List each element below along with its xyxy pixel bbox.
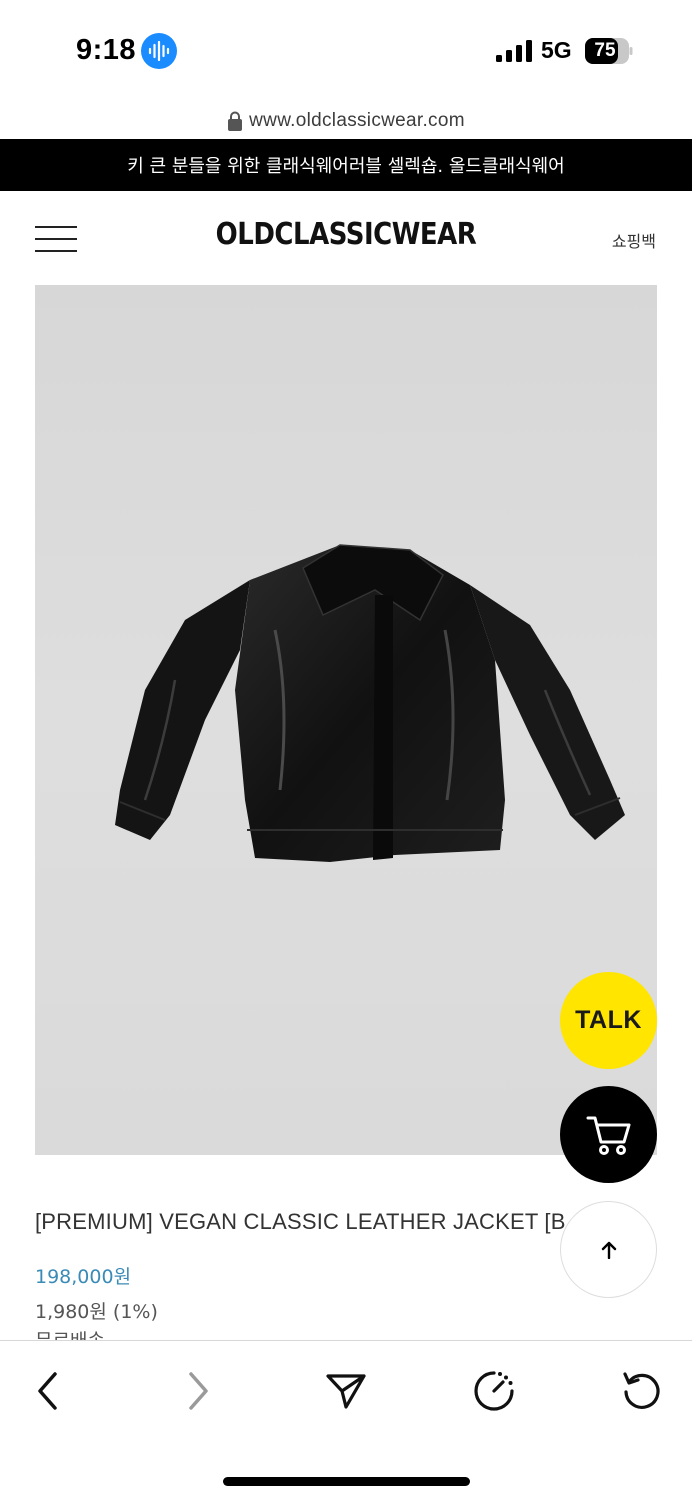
arrow-up-icon [601, 1241, 616, 1259]
battery-icon: 75 [585, 38, 633, 64]
back-button[interactable] [20, 1363, 76, 1419]
address-bar[interactable]: www.oldclassicwear.com [0, 104, 692, 138]
site-header: OLDCLASSICWEAR 쇼핑백 [0, 192, 692, 284]
status-bar: 9:18 5G 75 [0, 0, 692, 100]
product-points: 1,980원 (1%) [35, 1301, 158, 1323]
battery-level: 75 [594, 40, 616, 61]
network-label: 5G [541, 37, 572, 63]
chevron-right-icon [189, 1372, 208, 1410]
jacket-photo [115, 544, 625, 862]
sound-wave-icon [141, 33, 177, 69]
lock-icon [228, 111, 243, 131]
url-text: www.oldclassicwear.com [249, 110, 465, 131]
home-indicator[interactable] [223, 1477, 470, 1486]
product-name[interactable]: [PREMIUM] VEGAN CLASSIC LEATHER JACKET [… [35, 1209, 575, 1235]
browser-toolbar [0, 1340, 692, 1500]
reload-icon [623, 1372, 660, 1409]
promo-banner: 키 큰 분들을 위한 클래식웨어러블 셀렉숍. 올드클래식웨어 [0, 139, 692, 191]
cart-icon [586, 1116, 630, 1155]
reload-button[interactable] [614, 1363, 670, 1419]
send-icon [326, 1374, 366, 1409]
product-price: 198,000원 [35, 1266, 132, 1288]
talk-chat-button[interactable]: TALK [560, 972, 657, 1069]
speed-button[interactable] [466, 1363, 522, 1419]
chevron-left-icon [38, 1372, 57, 1410]
cart-button[interactable] [560, 1086, 657, 1183]
clock: 9:18 [76, 34, 137, 66]
site-logo[interactable]: OLDCLASSICWEAR [0, 218, 692, 253]
shopping-bag-link[interactable]: 쇼핑백 [612, 228, 656, 252]
share-button[interactable] [318, 1363, 374, 1419]
forward-button[interactable] [170, 1363, 226, 1419]
speedometer-icon [474, 1371, 514, 1411]
signal-icon [496, 40, 532, 62]
